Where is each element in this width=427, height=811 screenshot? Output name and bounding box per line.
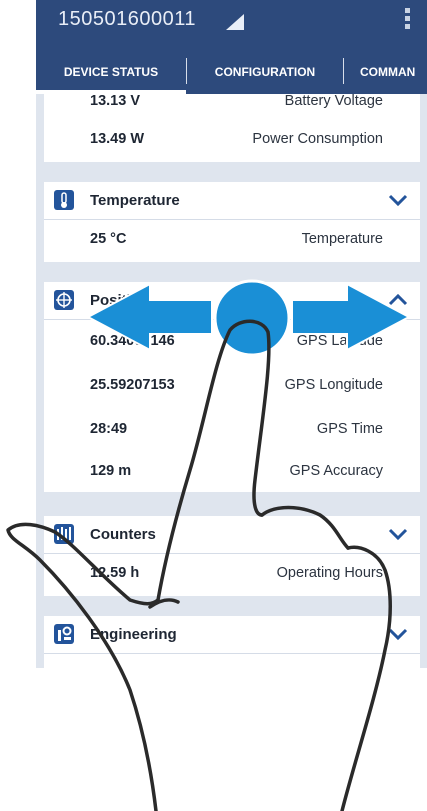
gps-latitude-value: 60.34006146 [90,333,175,349]
gps-accuracy-label: GPS Accuracy [289,463,383,479]
card-title: Position [90,292,150,309]
list-item: 60.34006146 GPS Latitude [44,320,420,364]
temperature-value: 25 °C [90,231,127,247]
temperature-card: Temperature 25 °C Temperature [44,182,420,262]
engineering-card-header[interactable]: Engineering [44,616,420,654]
temperature-label: Temperature [301,231,383,247]
signal-icon [226,14,244,30]
thermometer-icon [54,190,74,210]
engineering-icon [54,624,74,644]
power-consumption-value: 13.49 W [90,131,144,147]
gps-latitude-label: GPS Latitude [296,333,383,349]
card-title: Counters [90,526,156,543]
position-card-header[interactable]: Position [44,282,420,320]
power-consumption-label: Power Consumption [252,131,383,147]
tab-commands[interactable]: COMMAN [360,50,427,94]
gps-time-value: 28:49 [90,421,128,437]
power-card: 13.13 V Battery Voltage 13.49 W Power Co… [44,94,420,162]
counters-card: Counters 12.59 h Operating Hours [44,516,420,596]
tab-device-status[interactable]: DEVICE STATUS [36,50,186,94]
tab-bar: DEVICE STATUS CONFIGURATION COMMAN [36,50,427,94]
operating-hours-value: 12.59 h [90,565,140,581]
overflow-menu-icon[interactable] [405,8,411,32]
device-id: 150501600011 [58,8,196,30]
card-title: Temperature [90,192,180,209]
phone-screen: 150501600011 DEVICE STATUS CONFIGURATION… [36,0,427,668]
list-item: 25 °C Temperature [44,218,420,262]
position-card: Position 60.34006146 GPS Latitude 25.592… [44,282,420,492]
tab-configuration[interactable]: CONFIGURATION [187,50,343,94]
status-list[interactable]: 13.13 V Battery Voltage 13.49 W Power Co… [44,94,420,668]
battery-voltage-value: 13.13 V [90,94,140,109]
battery-voltage-label: Battery Voltage [284,94,383,109]
tab-divider [343,58,344,84]
temperature-card-header[interactable]: Temperature [44,182,420,220]
gps-time-label: GPS Time [316,421,383,437]
crosshair-icon [54,290,74,310]
app-bar: 150501600011 [36,0,427,50]
chevron-down-icon[interactable] [386,190,410,210]
chevron-up-icon[interactable] [386,290,410,310]
gps-accuracy-value: 129 m [90,463,132,479]
chevron-down-icon[interactable] [386,524,410,544]
list-item: 25.59207153 GPS Longitude [44,364,420,408]
operating-hours-label: Operating Hours [276,565,383,581]
counters-card-header[interactable]: Counters [44,516,420,554]
card-title: Engineering [90,626,177,643]
chevron-down-icon[interactable] [386,624,410,644]
list-item: 28:49 GPS Time [44,408,420,452]
list-item: 12.59 h Operating Hours [44,552,420,596]
engineering-card: Engineering [44,616,420,668]
gps-longitude-label: GPS Longitude [284,377,383,393]
counters-icon [54,524,74,544]
gps-longitude-value: 25.59207153 [90,377,175,393]
list-item: 13.49 W Power Consumption [44,118,420,162]
list-item: 129 m GPS Accuracy [44,450,420,494]
